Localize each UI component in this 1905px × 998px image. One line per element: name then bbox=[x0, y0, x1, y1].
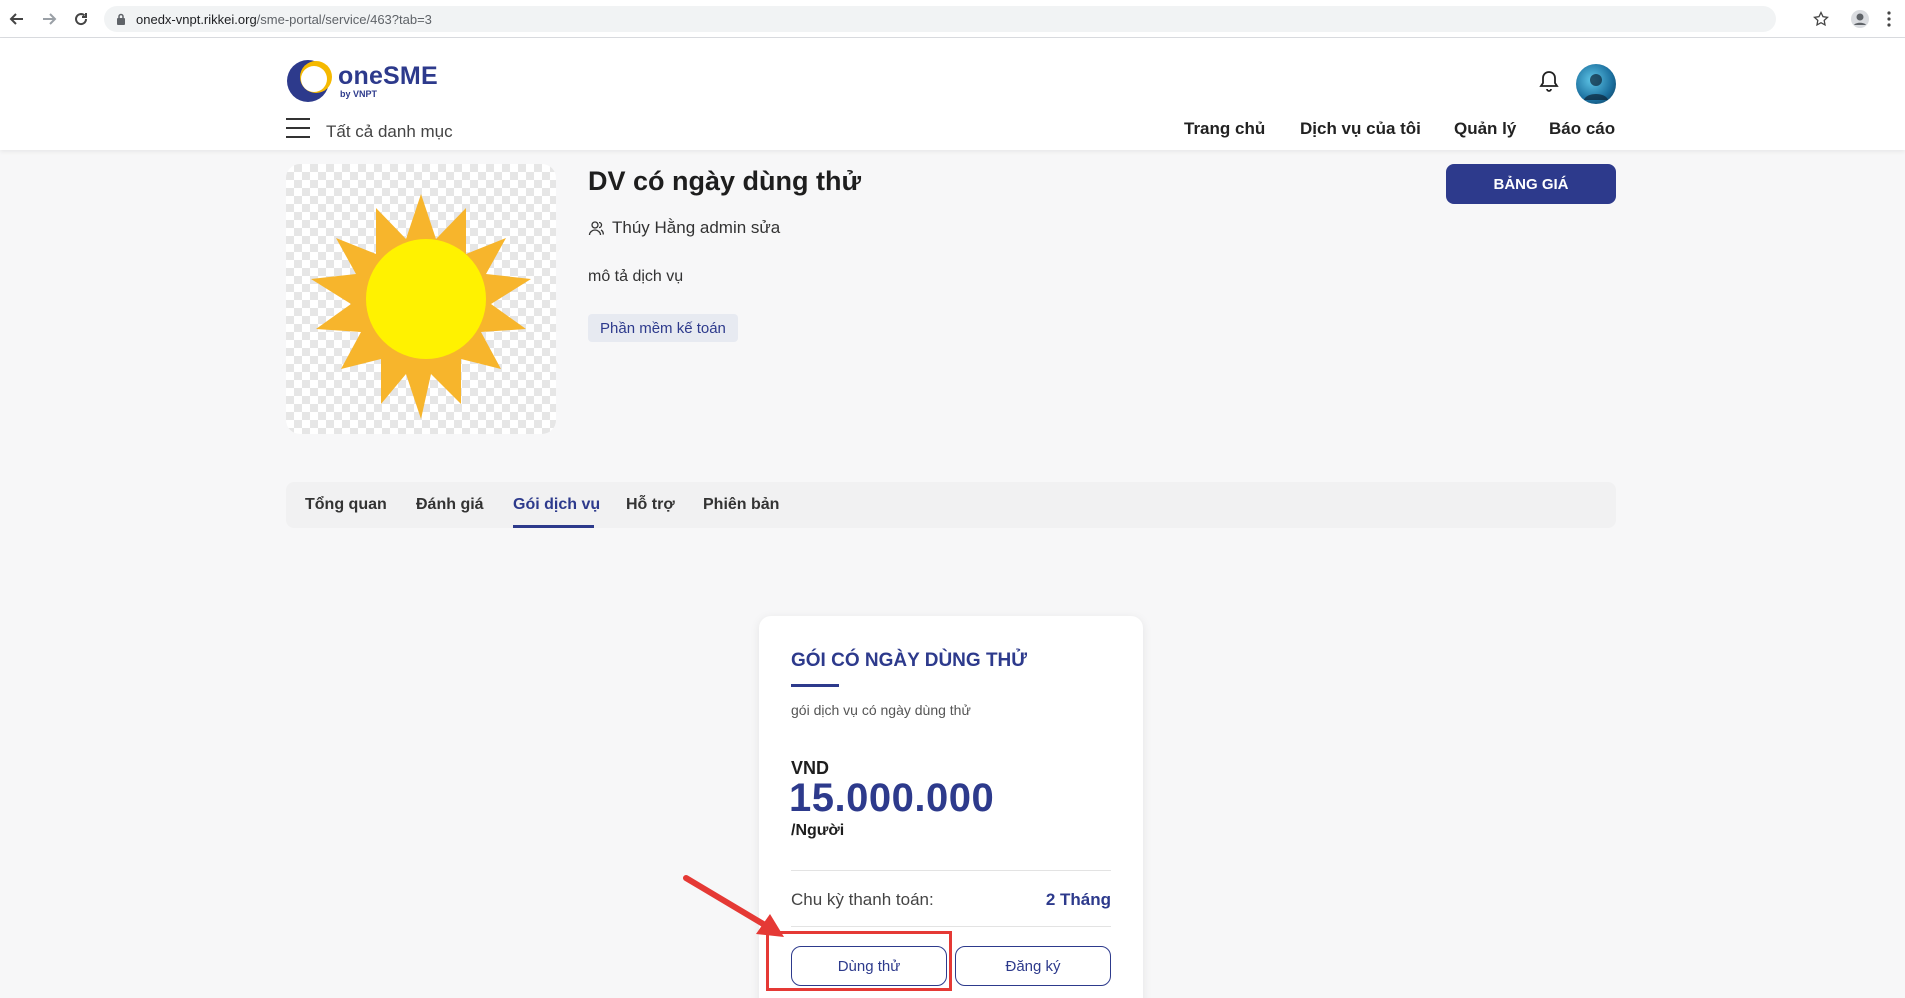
bell-icon[interactable] bbox=[1538, 69, 1560, 93]
billing-cycle-label: Chu kỳ thanh toán: bbox=[791, 890, 934, 909]
plan-title-accent bbox=[791, 684, 839, 687]
register-button[interactable]: Đăng ký bbox=[955, 946, 1111, 986]
logo-brand: oneSME bbox=[338, 61, 438, 90]
logo-mark-icon bbox=[286, 58, 334, 104]
kebab-menu-icon[interactable] bbox=[1878, 8, 1900, 30]
nav-manage[interactable]: Quản lý bbox=[1454, 119, 1516, 139]
reload-icon[interactable] bbox=[70, 8, 92, 30]
active-tab-indicator bbox=[513, 525, 594, 528]
all-categories-link[interactable]: Tất cả danh mục bbox=[326, 122, 453, 142]
hamburger-menu-icon[interactable] bbox=[286, 118, 310, 138]
star-icon[interactable] bbox=[1810, 8, 1832, 30]
address-bar[interactable]: onedx-vnpt.rikkei.org/sme-portal/service… bbox=[104, 6, 1776, 32]
site-header: oneSME by VNPT Tất cả danh mục Trang chủ… bbox=[0, 38, 1905, 150]
service-author: Thúy Hằng admin sửa bbox=[588, 218, 780, 238]
annotation-highlight-box bbox=[766, 931, 952, 991]
plan-price: 15.000.000 bbox=[789, 776, 995, 820]
forward-icon[interactable] bbox=[38, 8, 60, 30]
plan-name: GÓI CÓ NGÀY DÙNG THỬ bbox=[791, 650, 1028, 671]
plan-price-unit: /Người bbox=[791, 822, 845, 839]
author-name: Thúy Hằng admin sửa bbox=[612, 218, 781, 237]
category-tag[interactable]: Phần mềm kế toán bbox=[588, 314, 738, 342]
profile-icon[interactable] bbox=[1849, 8, 1871, 30]
tab-versions[interactable]: Phiên bản bbox=[703, 496, 779, 514]
price-list-button[interactable]: BẢNG GIÁ bbox=[1446, 164, 1616, 204]
divider bbox=[791, 870, 1111, 871]
tab-service-packages[interactable]: Gói dịch vụ bbox=[513, 496, 600, 514]
avatar[interactable] bbox=[1576, 64, 1616, 104]
service-image bbox=[286, 164, 556, 434]
browser-toolbar: onedx-vnpt.rikkei.org/sme-portal/service… bbox=[0, 0, 1905, 38]
nav-reports[interactable]: Báo cáo bbox=[1549, 119, 1615, 139]
nav-my-services[interactable]: Dịch vụ của tôi bbox=[1300, 119, 1421, 139]
logo[interactable]: oneSME by VNPT bbox=[286, 58, 438, 104]
sun-icon bbox=[311, 194, 531, 419]
divider bbox=[791, 926, 1111, 927]
nav-home[interactable]: Trang chủ bbox=[1184, 119, 1265, 139]
back-icon[interactable] bbox=[6, 8, 28, 30]
plan-description: gói dịch vụ có ngày dùng thử bbox=[791, 702, 971, 718]
billing-cycle-value: 2 Tháng bbox=[1045, 890, 1111, 909]
service-tabs: Tổng quan Đánh giá Gói dịch vụ Hỗ trợ Ph… bbox=[286, 482, 1616, 528]
logo-byline: by VNPT bbox=[340, 88, 378, 99]
tab-reviews[interactable]: Đánh giá bbox=[416, 496, 484, 514]
user-icon bbox=[588, 221, 604, 236]
service-title: DV có ngày dùng thử bbox=[588, 166, 862, 196]
lock-icon bbox=[117, 13, 125, 25]
url-text: onedx-vnpt.rikkei.org/sme-portal/service… bbox=[136, 11, 432, 27]
tab-overview[interactable]: Tổng quan bbox=[305, 496, 387, 514]
tab-support[interactable]: Hỗ trợ bbox=[626, 496, 675, 514]
service-description: mô tả dịch vụ bbox=[588, 268, 684, 285]
